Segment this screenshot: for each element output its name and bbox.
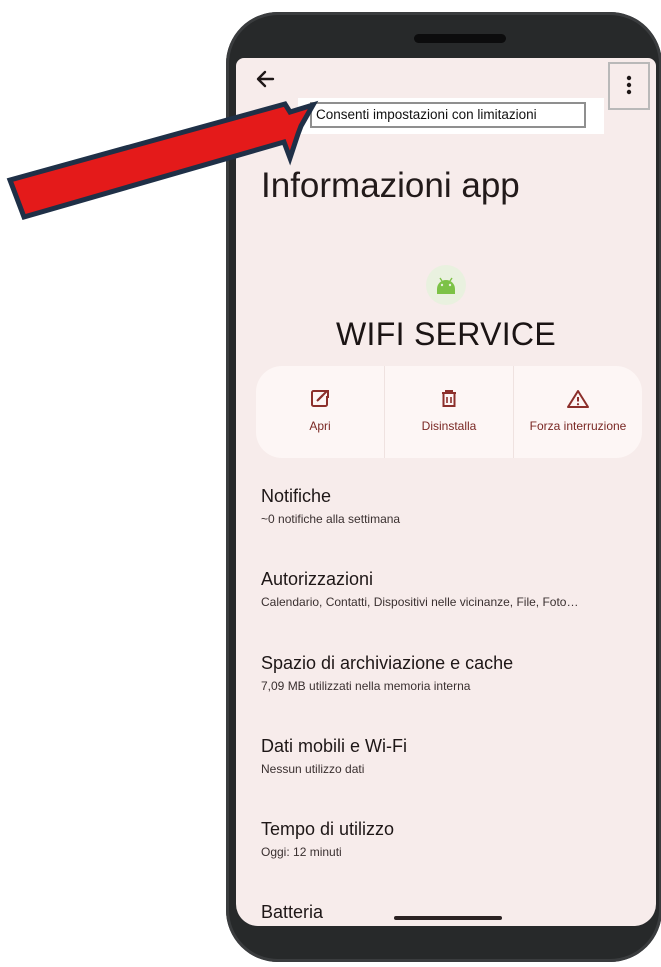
settings-item-mobile-data[interactable]: Dati mobili e Wi-Fi Nessun utilizzo dati: [261, 736, 656, 776]
allow-restricted-settings-item[interactable]: Consenti impostazioni con limitazioni: [310, 102, 586, 128]
warning-icon: [567, 390, 589, 408]
settings-item-storage[interactable]: Spazio di archiviazione e cache 7,09 MB …: [261, 653, 656, 693]
settings-item-screen-time[interactable]: Tempo di utilizzo Oggi: 12 minuti: [261, 819, 656, 859]
more-vert-icon: [626, 75, 632, 95]
trash-icon: [442, 390, 456, 407]
settings-item-permissions[interactable]: Autorizzazioni Calendario, Contatti, Dis…: [261, 569, 656, 609]
open-label: Apri: [309, 419, 331, 433]
app-actions-bar: Apri Disinstalla Forza interruzione: [256, 366, 642, 458]
phone-speaker: [414, 34, 506, 43]
notifications-subtitle: ~0 notifiche alla settimana: [261, 512, 401, 526]
home-indicator[interactable]: [394, 916, 502, 920]
uninstall-label: Disinstalla: [421, 419, 477, 433]
uninstall-button[interactable]: Disinstalla: [385, 366, 513, 458]
app-name: WIFI SERVICE: [336, 316, 556, 352]
permissions-title: Autorizzazioni: [261, 569, 374, 589]
permissions-subtitle: Calendario, Contatti, Dispositivi nelle …: [261, 595, 579, 609]
open-external-icon: [311, 390, 329, 407]
screen-time-subtitle: Oggi: 12 minuti: [261, 845, 342, 859]
open-button[interactable]: Apri: [256, 366, 384, 458]
force-stop-label: Forza interruzione: [529, 419, 627, 433]
storage-title: Spazio di archiviazione e cache: [261, 653, 514, 673]
screen-time-title: Tempo di utilizzo: [261, 819, 395, 839]
force-stop-button[interactable]: Forza interruzione: [514, 366, 642, 458]
overflow-menu: Consenti impostazioni con limitazioni: [298, 98, 604, 134]
mobile-data-title: Dati mobili e Wi-Fi: [261, 736, 408, 756]
settings-item-notifications[interactable]: Notifiche ~0 notifiche alla settimana: [261, 486, 656, 526]
annotation-arrow-icon: [6, 100, 319, 221]
notifications-title: Notifiche: [261, 486, 332, 506]
more-options-button[interactable]: [608, 62, 650, 110]
android-icon: [426, 265, 466, 305]
storage-subtitle: 7,09 MB utilizzati nella memoria interna: [261, 679, 471, 693]
mobile-data-subtitle: Nessun utilizzo dati: [261, 762, 365, 776]
